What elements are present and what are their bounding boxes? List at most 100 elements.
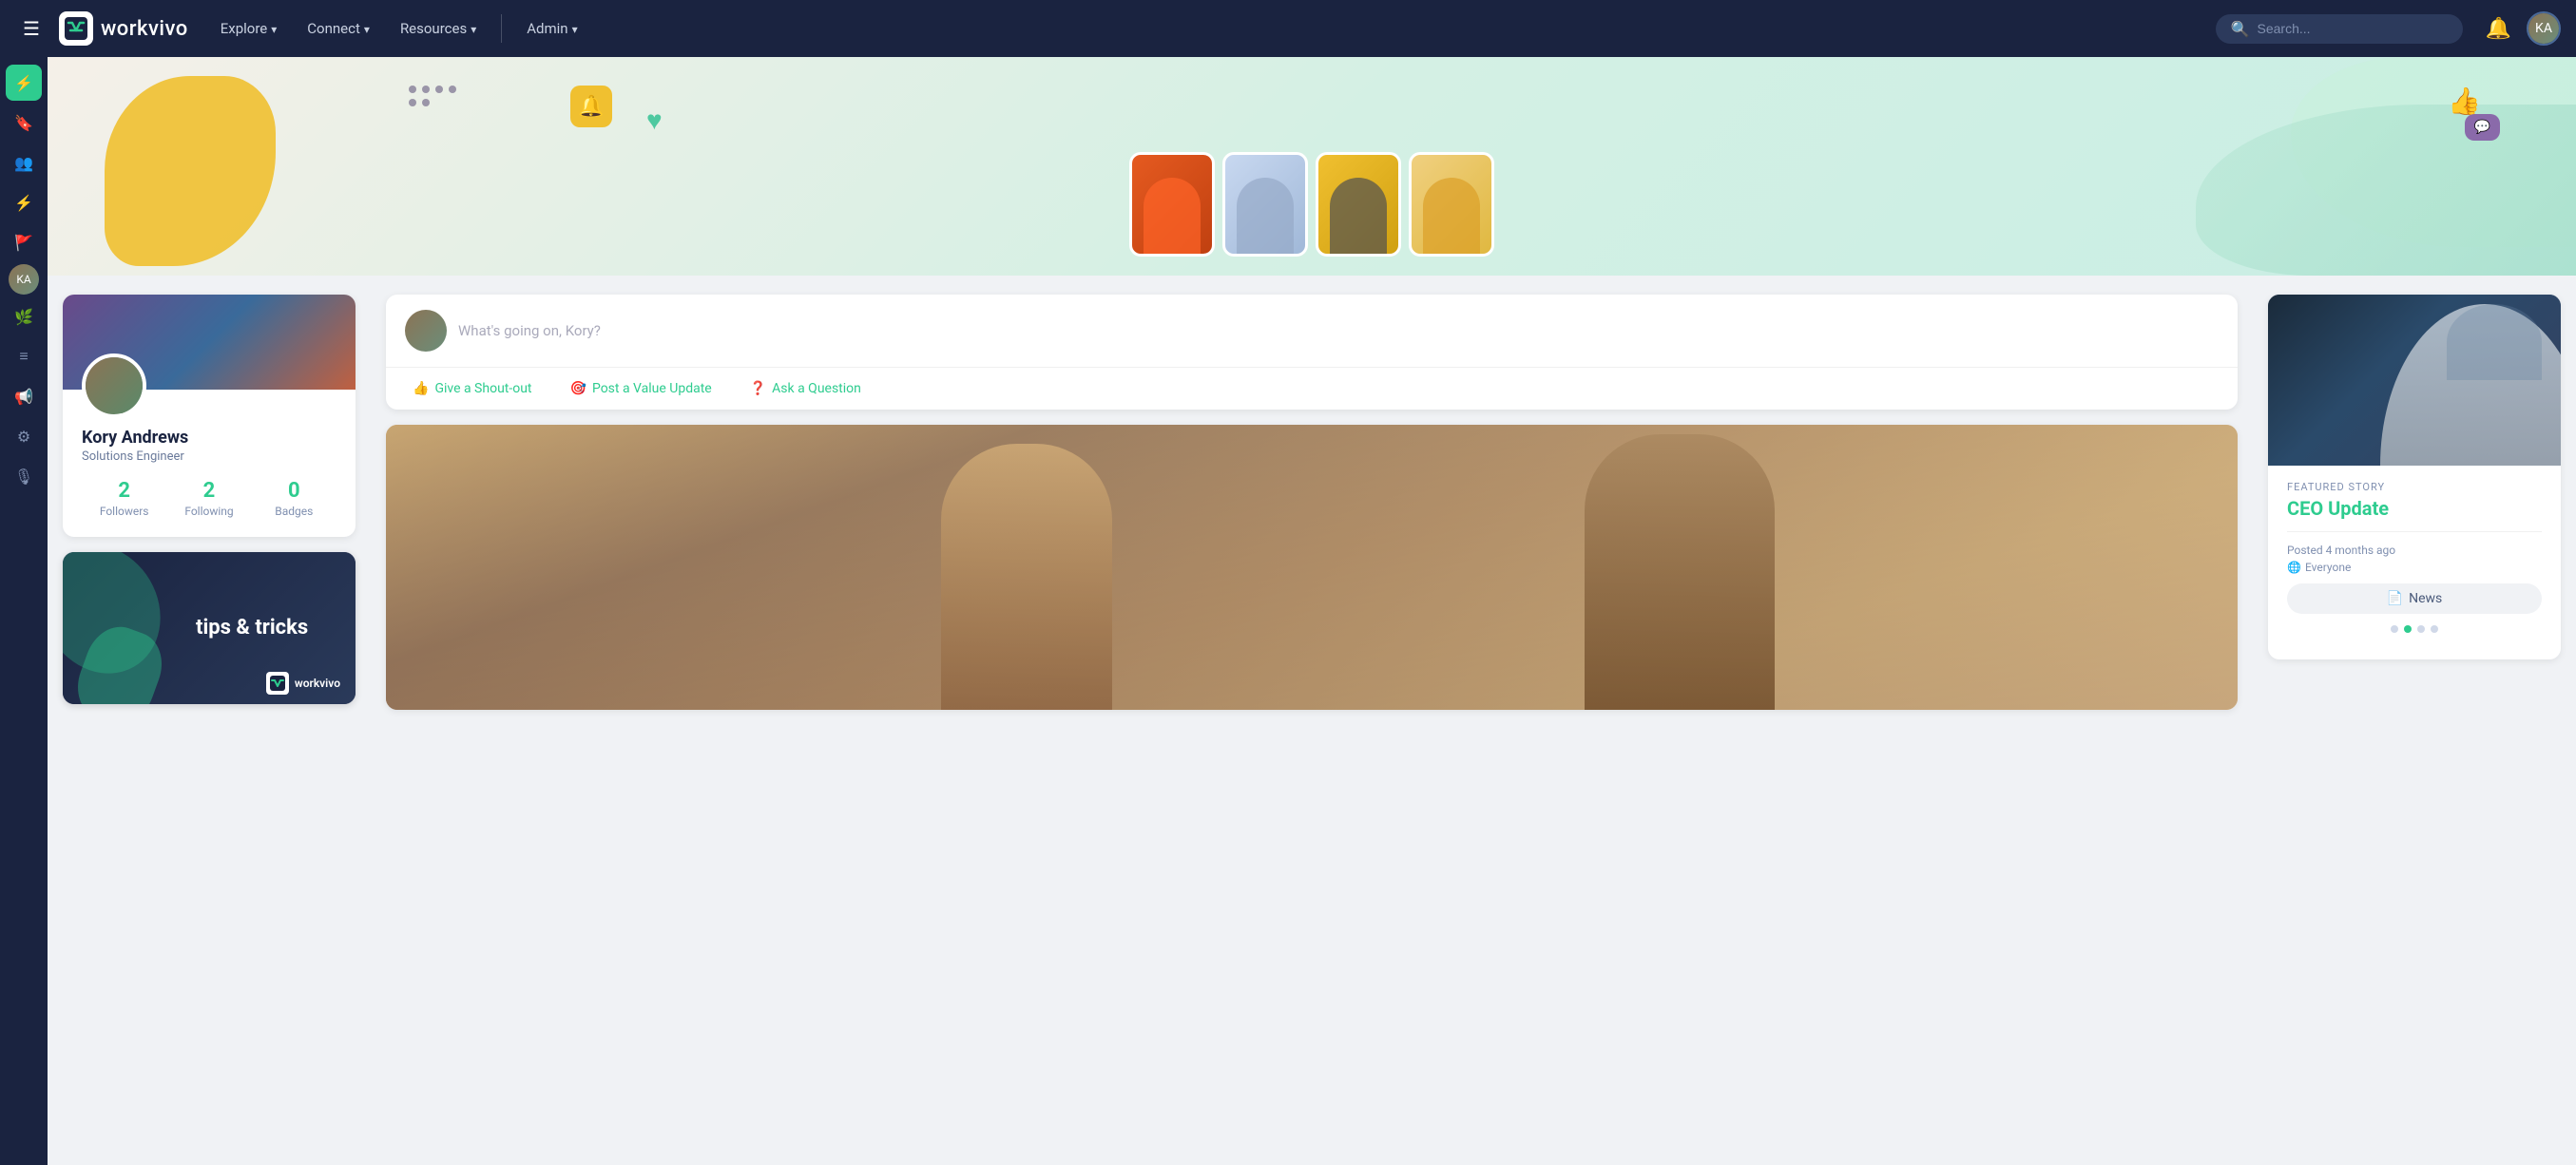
topnav: ☰ workvivo Explore Connect Resources Adm…	[0, 0, 2576, 57]
nav-connect[interactable]: Connect	[294, 12, 383, 45]
sidebar-item-layers[interactable]: ≡	[6, 338, 42, 374]
sidebar-item-flags[interactable]: 🚩	[6, 224, 42, 260]
nav-resources[interactable]: Resources	[387, 12, 490, 45]
hero-dot	[449, 86, 456, 93]
post-avatar	[405, 310, 447, 352]
hero-dot	[409, 86, 416, 93]
hero-photo-4	[1409, 152, 1494, 257]
followers-stat[interactable]: 2 Followers	[82, 479, 166, 518]
avatar-image: KA	[2528, 13, 2559, 44]
sidebar: ⚡ 🔖 👥 ⚡ 🚩 KA 🌿 ≡ 📢 ⚙ 🎙	[0, 57, 48, 1165]
hero-chat-bubble: 💬	[2465, 114, 2500, 141]
hero-dot	[422, 86, 430, 93]
ask-question-icon: ❓	[750, 381, 766, 396]
nav-divider	[501, 14, 502, 43]
following-label: Following	[166, 505, 251, 518]
hero-curve	[2196, 105, 2576, 276]
main-wrapper: 🔔 ♥ 👍 💬	[48, 57, 2576, 1165]
sidebar-item-bookmarks[interactable]: 🔖	[6, 105, 42, 141]
sidebar-item-leaf[interactable]: 🌿	[6, 298, 42, 334]
post-input[interactable]: What's going on, Kory?	[458, 322, 2219, 339]
followers-label: Followers	[82, 505, 166, 518]
logo-box	[59, 11, 93, 46]
profile-avatar[interactable]	[82, 353, 146, 418]
hero-photos	[1129, 152, 1494, 257]
logo-icon	[65, 17, 87, 40]
search-bar[interactable]: 🔍	[2216, 14, 2463, 44]
notification-bell[interactable]: 🔔	[2486, 17, 2511, 41]
shoutout-icon: 👍	[413, 381, 429, 396]
value-update-action[interactable]: 🎯 Post a Value Update	[563, 377, 720, 400]
hero-dot	[435, 86, 443, 93]
topnav-icons: 🔔 KA	[2486, 11, 2561, 46]
main-nav: Explore Connect Resources Admin	[207, 12, 591, 45]
featured-body: FEATURED STORY CEO Update Posted 4 month…	[2268, 466, 2561, 659]
right-panel: FEATURED STORY CEO Update Posted 4 month…	[2253, 276, 2576, 1165]
sidebar-item-people[interactable]: 👥	[6, 144, 42, 181]
tips-title: tips & tricks	[196, 616, 336, 640]
document-icon: 📄	[2387, 591, 2403, 606]
value-update-label: Post a Value Update	[592, 381, 712, 396]
sidebar-item-activity[interactable]: ⚡	[6, 65, 42, 101]
featured-title: CEO Update	[2287, 497, 2542, 520]
profile-role: Solutions Engineer	[82, 449, 336, 464]
featured-tag-label: News	[2409, 591, 2442, 606]
feed-overlay	[386, 425, 2238, 710]
nav-admin[interactable]: Admin	[513, 12, 590, 45]
hero-banner: 🔔 ♥ 👍 💬	[48, 57, 2576, 276]
badges-stat[interactable]: 0 Badges	[252, 479, 336, 518]
hero-dot	[422, 99, 430, 106]
post-box-top: What's going on, Kory?	[386, 295, 2238, 368]
hero-photo-3	[1316, 152, 1401, 257]
user-avatar[interactable]: KA	[2527, 11, 2561, 46]
app-name: workvivo	[101, 17, 188, 41]
post-box: What's going on, Kory? 👍 Give a Shout-ou…	[386, 295, 2238, 410]
profile-card: Kory Andrews Solutions Engineer 2 Follow…	[63, 295, 356, 537]
featured-date: Posted 4 months ago	[2287, 544, 2542, 557]
carousel-dot-4[interactable]	[2431, 625, 2438, 633]
hero-heart-icon: ♥	[646, 105, 663, 136]
ask-question-label: Ask a Question	[772, 381, 861, 396]
connect-chevron	[364, 20, 370, 37]
logo[interactable]: workvivo	[59, 11, 188, 46]
hero-dots	[409, 86, 466, 106]
featured-audience: 🌐 Everyone	[2287, 561, 2542, 574]
hero-dot	[409, 99, 416, 106]
shoutout-label: Give a Shout-out	[434, 381, 531, 396]
featured-meta: Posted 4 months ago 🌐 Everyone	[2287, 531, 2542, 574]
search-icon: 🔍	[2231, 20, 2250, 38]
sidebar-item-broadcast[interactable]: 🎙	[6, 458, 42, 494]
tips-content: tips & tricks	[63, 552, 356, 704]
featured-tag[interactable]: 📄 News	[2287, 583, 2542, 614]
hero-thumb-icon: 👍	[2448, 86, 2481, 117]
search-input[interactable]	[2258, 21, 2448, 36]
carousel-dot-1[interactable]	[2391, 625, 2398, 633]
badges-count: 0	[252, 479, 336, 503]
feed-image	[386, 425, 2238, 710]
sidebar-item-announcements[interactable]: 📢	[6, 378, 42, 414]
tips-card[interactable]: tips & tricks workvivo	[63, 552, 356, 704]
following-count: 2	[166, 479, 251, 503]
content-row: Kory Andrews Solutions Engineer 2 Follow…	[48, 276, 2576, 1165]
shoutout-action[interactable]: 👍 Give a Shout-out	[405, 377, 540, 400]
admin-chevron	[572, 20, 578, 37]
carousel-dot-3[interactable]	[2417, 625, 2425, 633]
following-stat[interactable]: 2 Following	[166, 479, 251, 518]
hero-photo-2	[1222, 152, 1308, 257]
value-update-icon: 🎯	[570, 381, 586, 396]
carousel-dot-2[interactable]	[2404, 625, 2412, 633]
sidebar-user-avatar[interactable]: KA	[9, 264, 39, 295]
ask-question-action[interactable]: ❓ Ask a Question	[742, 377, 869, 400]
post-actions: 👍 Give a Shout-out 🎯 Post a Value Update…	[386, 368, 2238, 410]
featured-card: FEATURED STORY CEO Update Posted 4 month…	[2268, 295, 2561, 659]
sidebar-item-feed[interactable]: ⚡	[6, 184, 42, 220]
sidebar-item-settings[interactable]: ⚙	[6, 418, 42, 454]
badges-label: Badges	[252, 505, 336, 518]
menu-icon[interactable]: ☰	[15, 13, 48, 44]
nav-explore[interactable]: Explore	[207, 12, 291, 45]
profile-avatar-image	[86, 357, 143, 414]
hero-blob-yellow	[105, 76, 276, 266]
featured-image	[2268, 295, 2561, 466]
followers-count: 2	[82, 479, 166, 503]
featured-label: FEATURED STORY	[2287, 481, 2542, 493]
